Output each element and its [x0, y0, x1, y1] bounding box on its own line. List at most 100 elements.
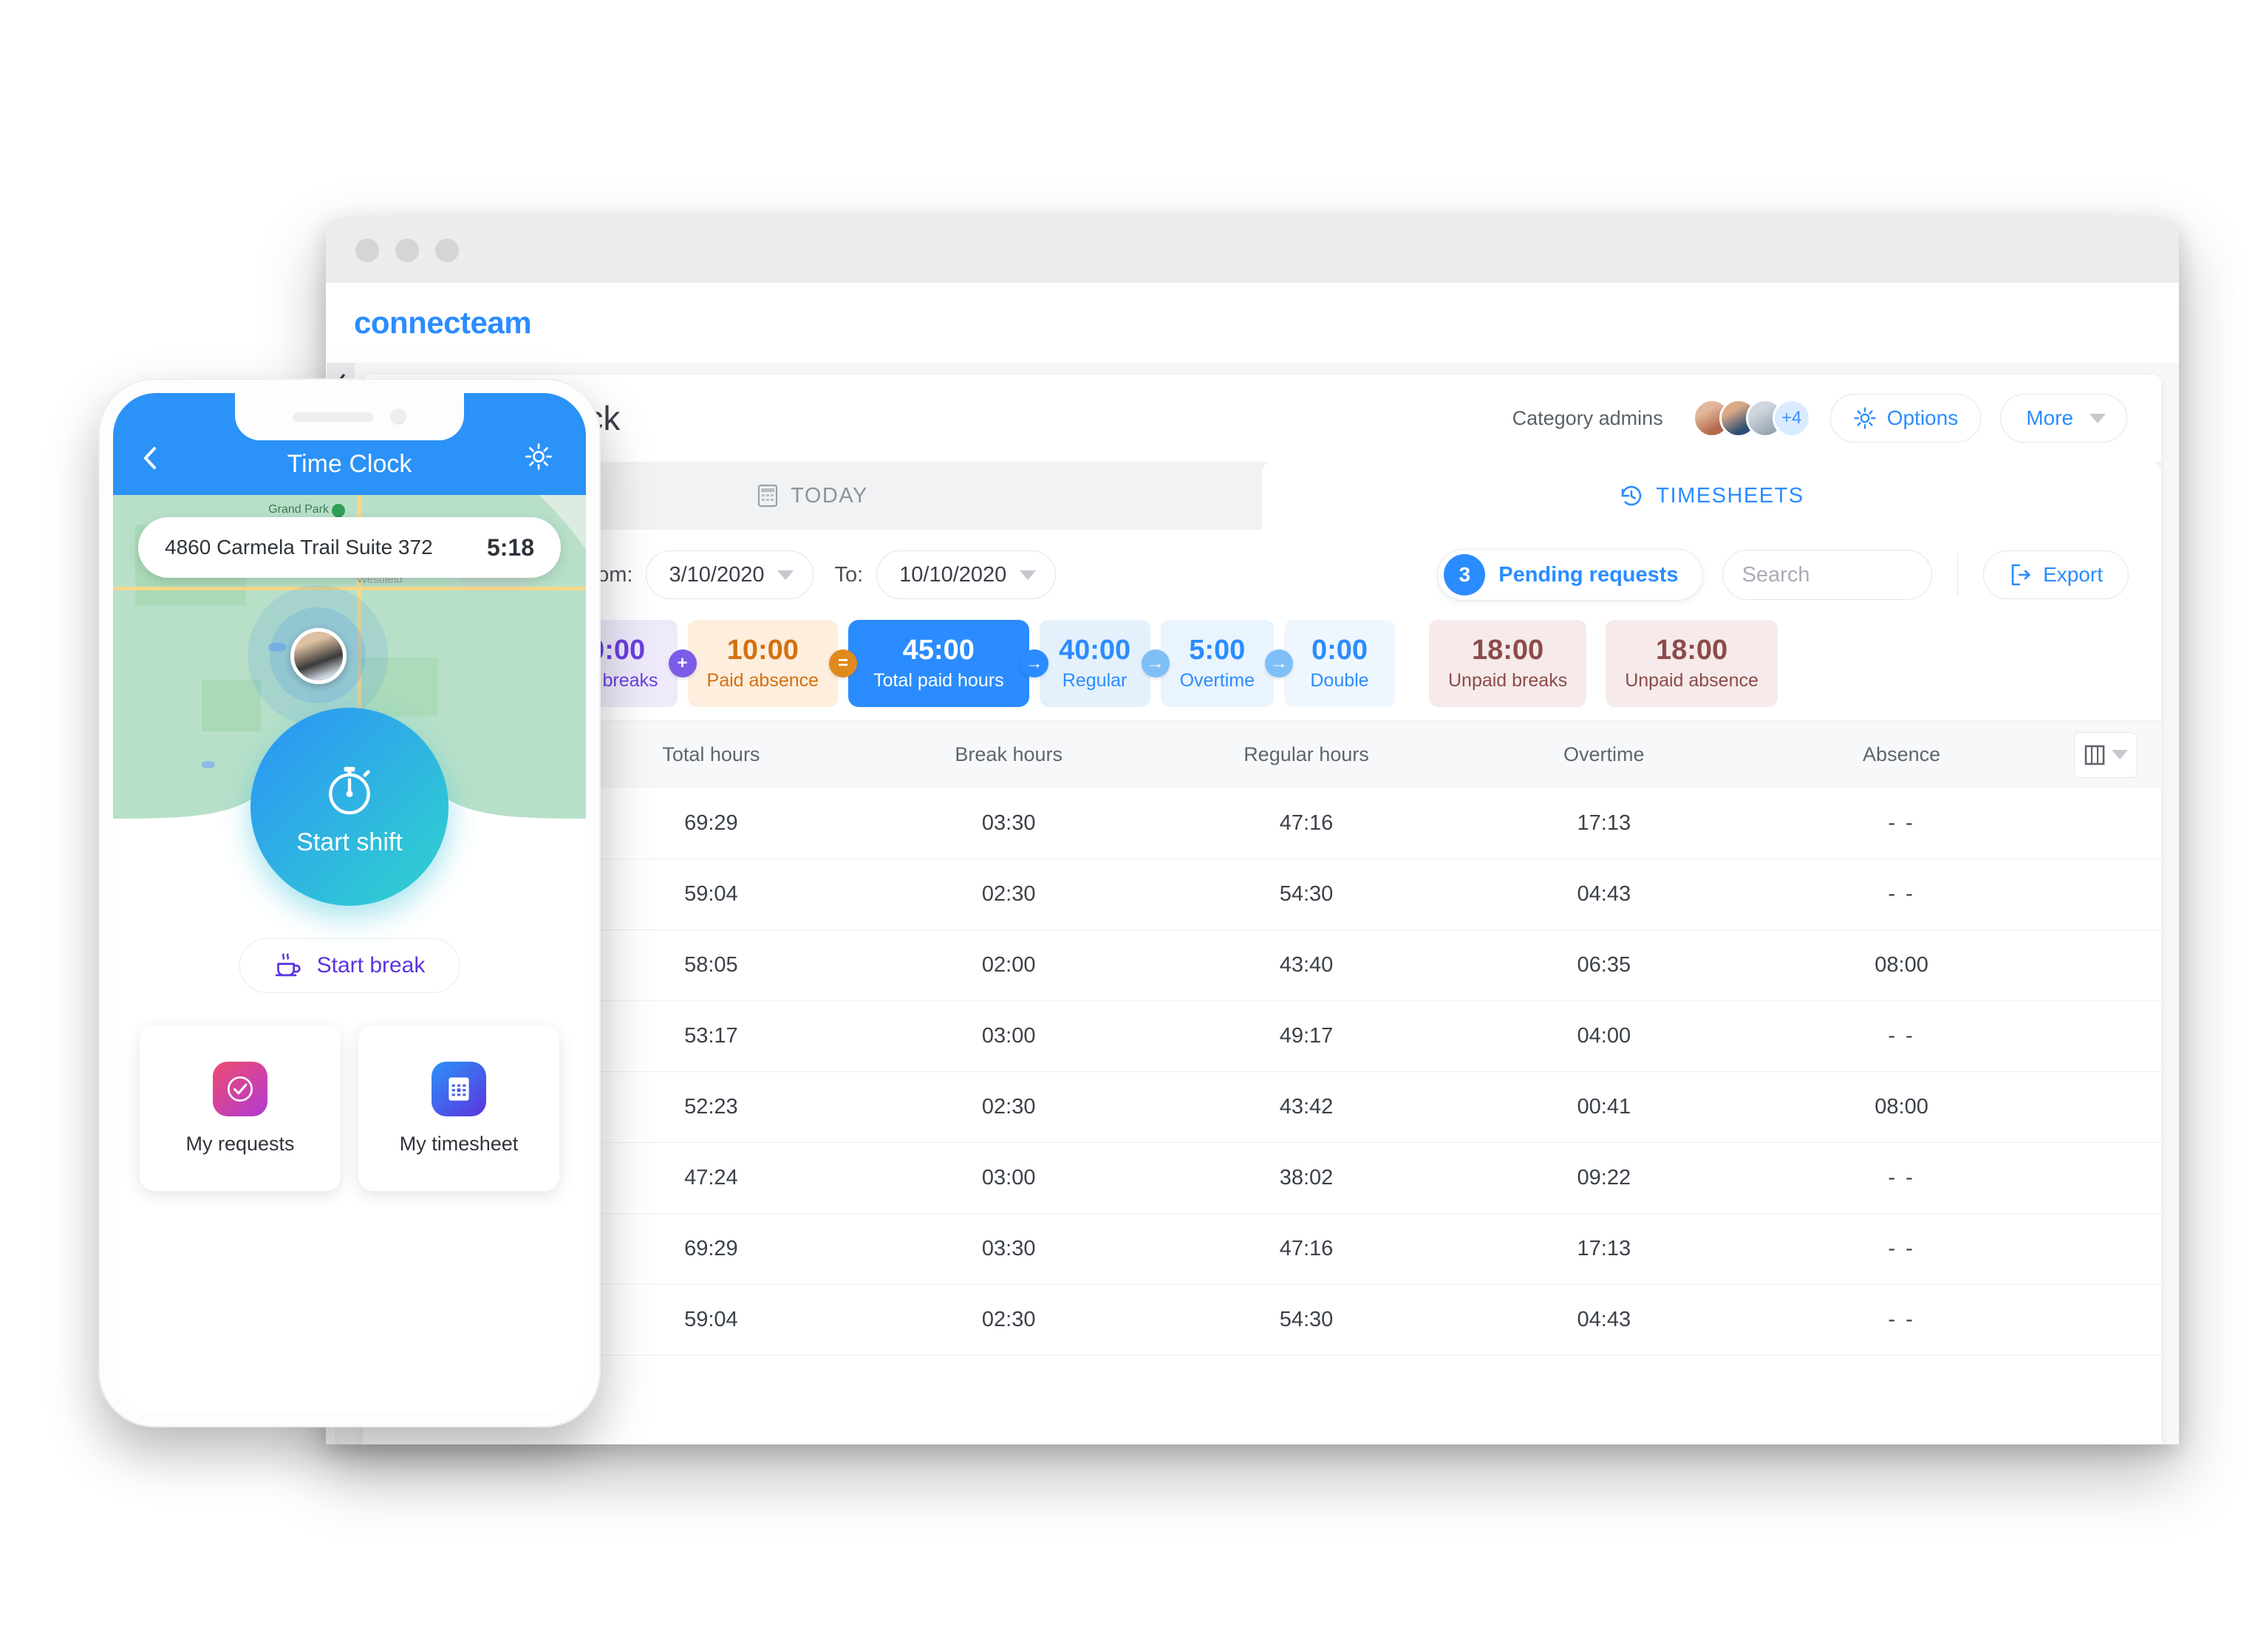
- more-button[interactable]: More: [2000, 394, 2127, 443]
- summary-label: Double: [1310, 669, 1369, 691]
- from-date-picker[interactable]: 3/10/2020: [646, 550, 814, 599]
- table-cell-total-hours: 47:24: [684, 1166, 738, 1190]
- summary-card-double[interactable]: 0:00 Double: [1283, 620, 1395, 708]
- search-input[interactable]: [1742, 562, 2021, 587]
- from-date-value: 3/10/2020: [669, 562, 765, 587]
- tab-today-label: TODAY: [791, 483, 868, 508]
- table-cell-absence: - -: [1888, 1166, 1915, 1190]
- column-header-total-hours[interactable]: Total hours: [562, 743, 860, 766]
- address-card[interactable]: 4860 Carmela Trail Suite 372 5:18: [138, 517, 561, 578]
- start-break-button[interactable]: Start break: [239, 938, 460, 993]
- table-cell-absence: - -: [1888, 1237, 1915, 1261]
- summary-card-total-paid-hours[interactable]: 45:00 Total paid hours: [848, 620, 1029, 708]
- coffee-cup-icon: [275, 953, 301, 977]
- start-shift-label: Start shift: [296, 827, 403, 856]
- phone-lower-panel: Start shift Start break My requests My t…: [113, 708, 586, 1413]
- app-brand-bar: connecteam: [326, 283, 2179, 363]
- operator-arrow: →: [1264, 649, 1293, 678]
- content-pane: Time Clock Category admins +4: [336, 363, 2179, 1444]
- table-row[interactable]: Lydia52:2302:3043:4200:4108:00: [363, 1072, 2161, 1144]
- summary-card-overtime[interactable]: 5:00 Overtime: [1160, 620, 1274, 708]
- table-cell-absence: 08:00: [1875, 953, 1928, 977]
- column-settings-cell: [2050, 731, 2161, 778]
- avatar-overflow-count[interactable]: +4: [1772, 399, 1811, 437]
- summary-card-unpaid-absence[interactable]: 18:00 Unpaid absence: [1606, 620, 1778, 708]
- summary-card-paid-absence[interactable]: 10:00 Paid absence: [687, 620, 839, 708]
- category-admins-avatars[interactable]: +4: [1692, 399, 1811, 437]
- search-box[interactable]: [1722, 550, 2021, 600]
- connecteam-logo[interactable]: connecteam: [354, 305, 532, 341]
- table-row[interactable]: Chester59:0402:3054:3004:43- -: [363, 859, 2161, 931]
- summary-label: Unpaid breaks: [1447, 669, 1568, 691]
- phone-speaker: [293, 412, 374, 422]
- table-cell-overtime: 17:13: [1577, 811, 1631, 836]
- my-requests-label: My requests: [185, 1132, 295, 1155]
- export-button[interactable]: Export: [1983, 550, 2129, 599]
- my-timesheet-card[interactable]: My timesheet: [358, 1025, 559, 1191]
- summary-label: Overtime: [1179, 669, 1255, 691]
- operator-plus: +: [668, 649, 697, 678]
- table-row[interactable]: Elijah47:2403:0038:0209:22- -: [363, 1143, 2161, 1215]
- summary-label: Regular: [1062, 669, 1128, 691]
- column-settings-button[interactable]: [2073, 731, 2138, 778]
- chevron-down-icon: [1020, 570, 1037, 580]
- summary-card-unpaid-breaks[interactable]: 18:00 Unpaid breaks: [1428, 620, 1587, 708]
- column-header-overtime[interactable]: Overtime: [1455, 743, 1753, 766]
- screenshot-root: connecteam Category admins +4 Options Mo…: [0, 0, 2258, 1652]
- options-button[interactable]: Options: [1829, 394, 1982, 443]
- check-circle-icon: [213, 1061, 267, 1116]
- export-button-label: Export: [2043, 563, 2103, 586]
- operator-arrow: →: [1020, 649, 1048, 678]
- browser-titlebar: [326, 218, 2179, 283]
- column-header-break-hours[interactable]: Break hours: [860, 743, 1158, 766]
- table-cell-regular-hours: 38:02: [1279, 1166, 1334, 1190]
- tab-timesheets[interactable]: TIMESHEETS: [1262, 462, 2161, 530]
- table-cell-total-hours: 52:23: [684, 1095, 738, 1119]
- phone-back-button[interactable]: [140, 445, 175, 479]
- phone-settings-button[interactable]: [524, 442, 559, 479]
- table-row[interactable]: Lilly69:2903:3047:1617:13- -: [363, 1214, 2161, 1286]
- calendar-grid-icon: [432, 1061, 486, 1116]
- summary-value: 40:00: [1058, 635, 1131, 666]
- table-cell-absence: - -: [1888, 1308, 1915, 1332]
- table-cell-total-hours: 58:05: [684, 953, 738, 977]
- table-cell-absence: 08:00: [1875, 1095, 1928, 1119]
- phone-title: Time Clock: [287, 450, 412, 478]
- column-header-regular-hours[interactable]: Regular hours: [1158, 743, 1456, 766]
- timesheets-table: First Name Total hours Break hours Regul…: [363, 720, 2161, 1444]
- history-clock-icon: [1622, 485, 1642, 506]
- table-cell-overtime: 17:13: [1577, 1237, 1631, 1261]
- my-requests-card[interactable]: My requests: [140, 1025, 341, 1191]
- table-cell-break-hours: 02:00: [981, 953, 1036, 977]
- to-date-picker[interactable]: 10/10/2020: [876, 550, 1057, 599]
- table-cell-regular-hours: 54:30: [1279, 1308, 1334, 1332]
- table-cell-overtime: 06:35: [1577, 953, 1631, 977]
- summary-strip: 30:00 Work Hours + 10:00 Paid breaks + 1…: [363, 620, 2161, 720]
- start-shift-button[interactable]: Start shift: [250, 708, 448, 906]
- chevron-down-icon: [777, 570, 794, 580]
- table-cell-break-hours: 03:00: [981, 1024, 1036, 1048]
- table-row[interactable]: David59:0402:3054:3004:43- -: [363, 1285, 2161, 1356]
- table-cell-total-hours: 59:04: [684, 1308, 738, 1332]
- column-header-absence[interactable]: Absence: [1753, 743, 2050, 766]
- gear-icon: [1854, 407, 1876, 429]
- chevron-left-icon: [144, 447, 156, 469]
- window-maximize-button[interactable]: [435, 239, 459, 262]
- operator-arrow: →: [1141, 649, 1170, 678]
- divider: [1957, 554, 1959, 595]
- phone-screen: Time Clock Grand Park Westfield 4860 Car…: [113, 393, 586, 1413]
- table-cell-regular-hours: 43:42: [1279, 1095, 1334, 1119]
- operator-equals: =: [829, 649, 858, 678]
- summary-card-regular[interactable]: 40:00 Regular: [1039, 620, 1150, 708]
- tab-timesheets-label: TIMESHEETS: [1656, 483, 1804, 508]
- table-cell-break-hours: 02:30: [981, 1095, 1036, 1119]
- table-row[interactable]: Cole58:0502:0043:4006:3508:00: [363, 930, 2161, 1002]
- table-cell-total-hours: 69:29: [684, 1237, 738, 1261]
- table-row[interactable]: Gordon53:1703:0049:1704:00- -: [363, 1001, 2161, 1073]
- pending-requests-button[interactable]: 3 Pending requests: [1437, 549, 1703, 601]
- category-admins-label: Category admins: [1512, 406, 1663, 429]
- table-row[interactable]: Devin69:2903:3047:1617:13- -: [363, 788, 2161, 860]
- window-minimize-button[interactable]: [395, 239, 419, 262]
- window-close-button[interactable]: [355, 239, 379, 262]
- gear-icon: [525, 443, 552, 470]
